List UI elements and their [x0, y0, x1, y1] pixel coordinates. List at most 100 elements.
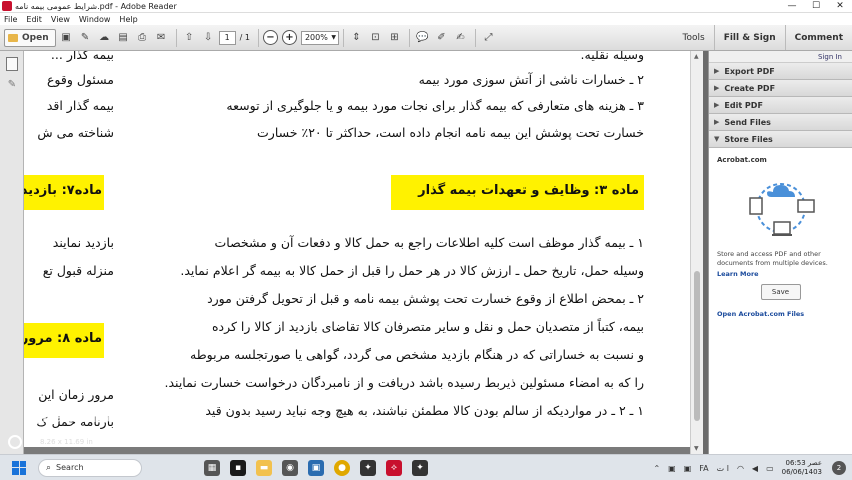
text-line: وسیله نقلیه.	[580, 51, 644, 62]
text-line: خسارت تحت پوشش این بیمه نامه انجام داده …	[257, 125, 644, 140]
save-label: Save	[771, 288, 790, 296]
open-label: Open	[22, 32, 49, 43]
cloud-devices-icon	[736, 168, 826, 246]
page-size-label: 8.26 x 11.69 in	[40, 438, 93, 446]
vertical-scrollbar[interactable]: ▲ ▼	[690, 51, 703, 454]
main-toolbar: Open ▣ ✎ ☁ ▤ ⎙ ✉ ⇧ ⇩ 1 / 1 − + 200% ▼ ⇕ …	[0, 25, 852, 51]
edit-icon[interactable]: ✎	[77, 29, 94, 47]
email-icon[interactable]: ✉	[153, 29, 170, 47]
search-icon: ⌕	[46, 462, 52, 473]
page-thumbnails-icon[interactable]	[6, 57, 18, 71]
clock[interactable]: 06:53 عصر 06/06/1403	[782, 459, 822, 477]
task-view-icon[interactable]: ▦	[204, 459, 220, 476]
edit-pdf-label: Edit PDF	[724, 100, 763, 110]
pen-icon[interactable]: ✎	[6, 79, 18, 91]
tools-button[interactable]: Tools	[674, 25, 714, 50]
left-line: بیمه گذار اقد	[46, 98, 114, 113]
adobe-reader-icon	[2, 1, 12, 11]
document-area: بیمه گذار ... مسئول وقوع بیمه گذار اقد ش…	[24, 51, 703, 454]
media-icon[interactable]: ✦	[360, 459, 376, 476]
page-number-input[interactable]: 1	[218, 30, 236, 45]
comment-button[interactable]: Comment	[784, 25, 852, 50]
menu-bar: File Edit View Window Help	[0, 13, 852, 25]
fit-width-icon[interactable]: ⊡	[367, 29, 384, 47]
tray-app-icon[interactable]: ▣	[684, 464, 692, 473]
print-icon[interactable]: ⎙	[134, 29, 151, 47]
menu-view[interactable]: View	[51, 15, 70, 24]
windows-start-icon[interactable]	[12, 460, 26, 475]
create-pdf-item[interactable]: ▶ Create PDF	[709, 80, 852, 97]
text-line: ۱ ـ بیمه گذار موظف است کلیه اطلاعات راجع…	[214, 235, 644, 250]
input-language[interactable]: FA	[699, 464, 708, 473]
sign-in-link[interactable]: Sign In	[709, 51, 852, 63]
export-pdf-item[interactable]: ▶ Export PDF	[709, 63, 852, 80]
adobe-reader-taskbar-icon[interactable]: ⟡	[386, 459, 402, 476]
save-icon[interactable]: ▤	[115, 29, 132, 47]
store-icon[interactable]: ▣	[308, 459, 324, 476]
zoom-in-icon[interactable]: +	[281, 30, 297, 45]
taskbar-search[interactable]: ⌕ Search	[38, 458, 142, 477]
collapsed-arrow-icon: ▶	[714, 84, 720, 92]
save-button[interactable]: Save	[760, 284, 801, 300]
pdf-page: بیمه گذار ... مسئول وقوع بیمه گذار اقد ش…	[24, 51, 692, 447]
scroll-thumb[interactable]	[694, 271, 700, 421]
highlight-icon[interactable]: ✐	[433, 29, 450, 47]
edit-pdf-item[interactable]: ▶ Edit PDF	[709, 97, 852, 114]
text-line: ۲ ـ خسارات ناشی از آتش سوزی مورد بیمه	[418, 72, 644, 87]
battery-icon[interactable]: ▭	[766, 464, 774, 473]
camera-icon[interactable]: ◉	[282, 459, 298, 476]
clock-time: 06:53 عصر	[785, 459, 822, 467]
menu-window[interactable]: Window	[79, 15, 111, 24]
tray-app-icon[interactable]: ▣	[668, 464, 676, 473]
scroll-up-icon[interactable]: ▲	[694, 53, 699, 60]
input-language-secondary[interactable]: ا ت	[717, 464, 729, 473]
expand-icon[interactable]: ⤢	[480, 29, 497, 47]
read-mode-icon[interactable]: ⊞	[386, 29, 403, 47]
minimize-button[interactable]: —	[780, 0, 804, 13]
app-icon[interactable]: ▪	[230, 459, 246, 476]
store-files-item[interactable]: ▼ Store Files	[709, 131, 852, 148]
folder-icon	[8, 33, 18, 42]
send-files-item[interactable]: ▶ Send Files	[709, 114, 852, 131]
taskbar: ⌕ Search ▦ ▪ ▬ ◉ ▣ ● ✦ ⟡ ✦ ⌃ ▣ ▣ FA ا ت …	[0, 454, 852, 480]
text-line: ۱ ـ ۲ ـ در مواردیکه از سالم بودن کالا مط…	[205, 403, 644, 418]
previous-page-icon[interactable]: ⇧	[181, 29, 198, 47]
zoom-select[interactable]: 200% ▼	[300, 30, 339, 45]
text-line: و نسبت به خساراتی که در هنگام بازدید مشخ…	[190, 347, 644, 362]
open-acrobat-files-link[interactable]: Open Acrobat.com Files	[717, 310, 844, 318]
close-button[interactable]: ✕	[828, 0, 852, 13]
collapsed-arrow-icon: ▶	[714, 67, 720, 75]
file-explorer-icon[interactable]: ▬	[256, 459, 272, 476]
sign-icon[interactable]: ✍	[452, 29, 469, 47]
fit-page-icon[interactable]: ⇕	[348, 29, 365, 47]
chrome-icon[interactable]: ●	[334, 459, 350, 476]
left-line: مسئول وقوع	[46, 72, 114, 87]
cloud-upload-icon[interactable]: ☁	[96, 29, 113, 47]
search-label: Search	[56, 463, 84, 472]
menu-file[interactable]: File	[4, 15, 17, 24]
tray-chevron-icon[interactable]: ⌃	[653, 464, 660, 473]
next-page-icon[interactable]: ⇩	[200, 29, 217, 47]
notification-badge[interactable]: 2	[832, 461, 846, 475]
scroll-down-icon[interactable]: ▼	[694, 445, 699, 452]
menu-help[interactable]: Help	[119, 15, 137, 24]
expanded-arrow-icon: ▼	[714, 135, 720, 143]
maximize-button[interactable]: ☐	[804, 0, 828, 13]
text-line: را که به امضاء مسئولین ذیربط رسیده باشد …	[164, 375, 644, 390]
zoom-out-icon[interactable]: −	[262, 30, 278, 45]
comment-icon[interactable]: 💬	[414, 29, 431, 47]
toolbar-separator	[342, 28, 344, 47]
text-line: بیمه، کتباً از متصدیان حمل و نقل و سایر …	[211, 319, 644, 334]
left-line: منزله قبول تع	[42, 263, 114, 278]
send-files-label: Send Files	[724, 117, 771, 127]
volume-icon[interactable]: ◀	[752, 464, 758, 473]
open-button[interactable]: Open	[4, 28, 56, 47]
fill-sign-button[interactable]: Fill & Sign	[713, 25, 785, 50]
learn-more-link[interactable]: Learn More	[717, 270, 844, 278]
menu-edit[interactable]: Edit	[26, 15, 42, 24]
left-line: بیمه گذار ...	[50, 51, 114, 62]
app-icon[interactable]: ✦	[412, 459, 428, 476]
create-pdf-icon[interactable]: ▣	[58, 29, 75, 47]
wifi-icon[interactable]: ◠	[737, 464, 744, 473]
zoom-value: 200%	[304, 33, 328, 42]
